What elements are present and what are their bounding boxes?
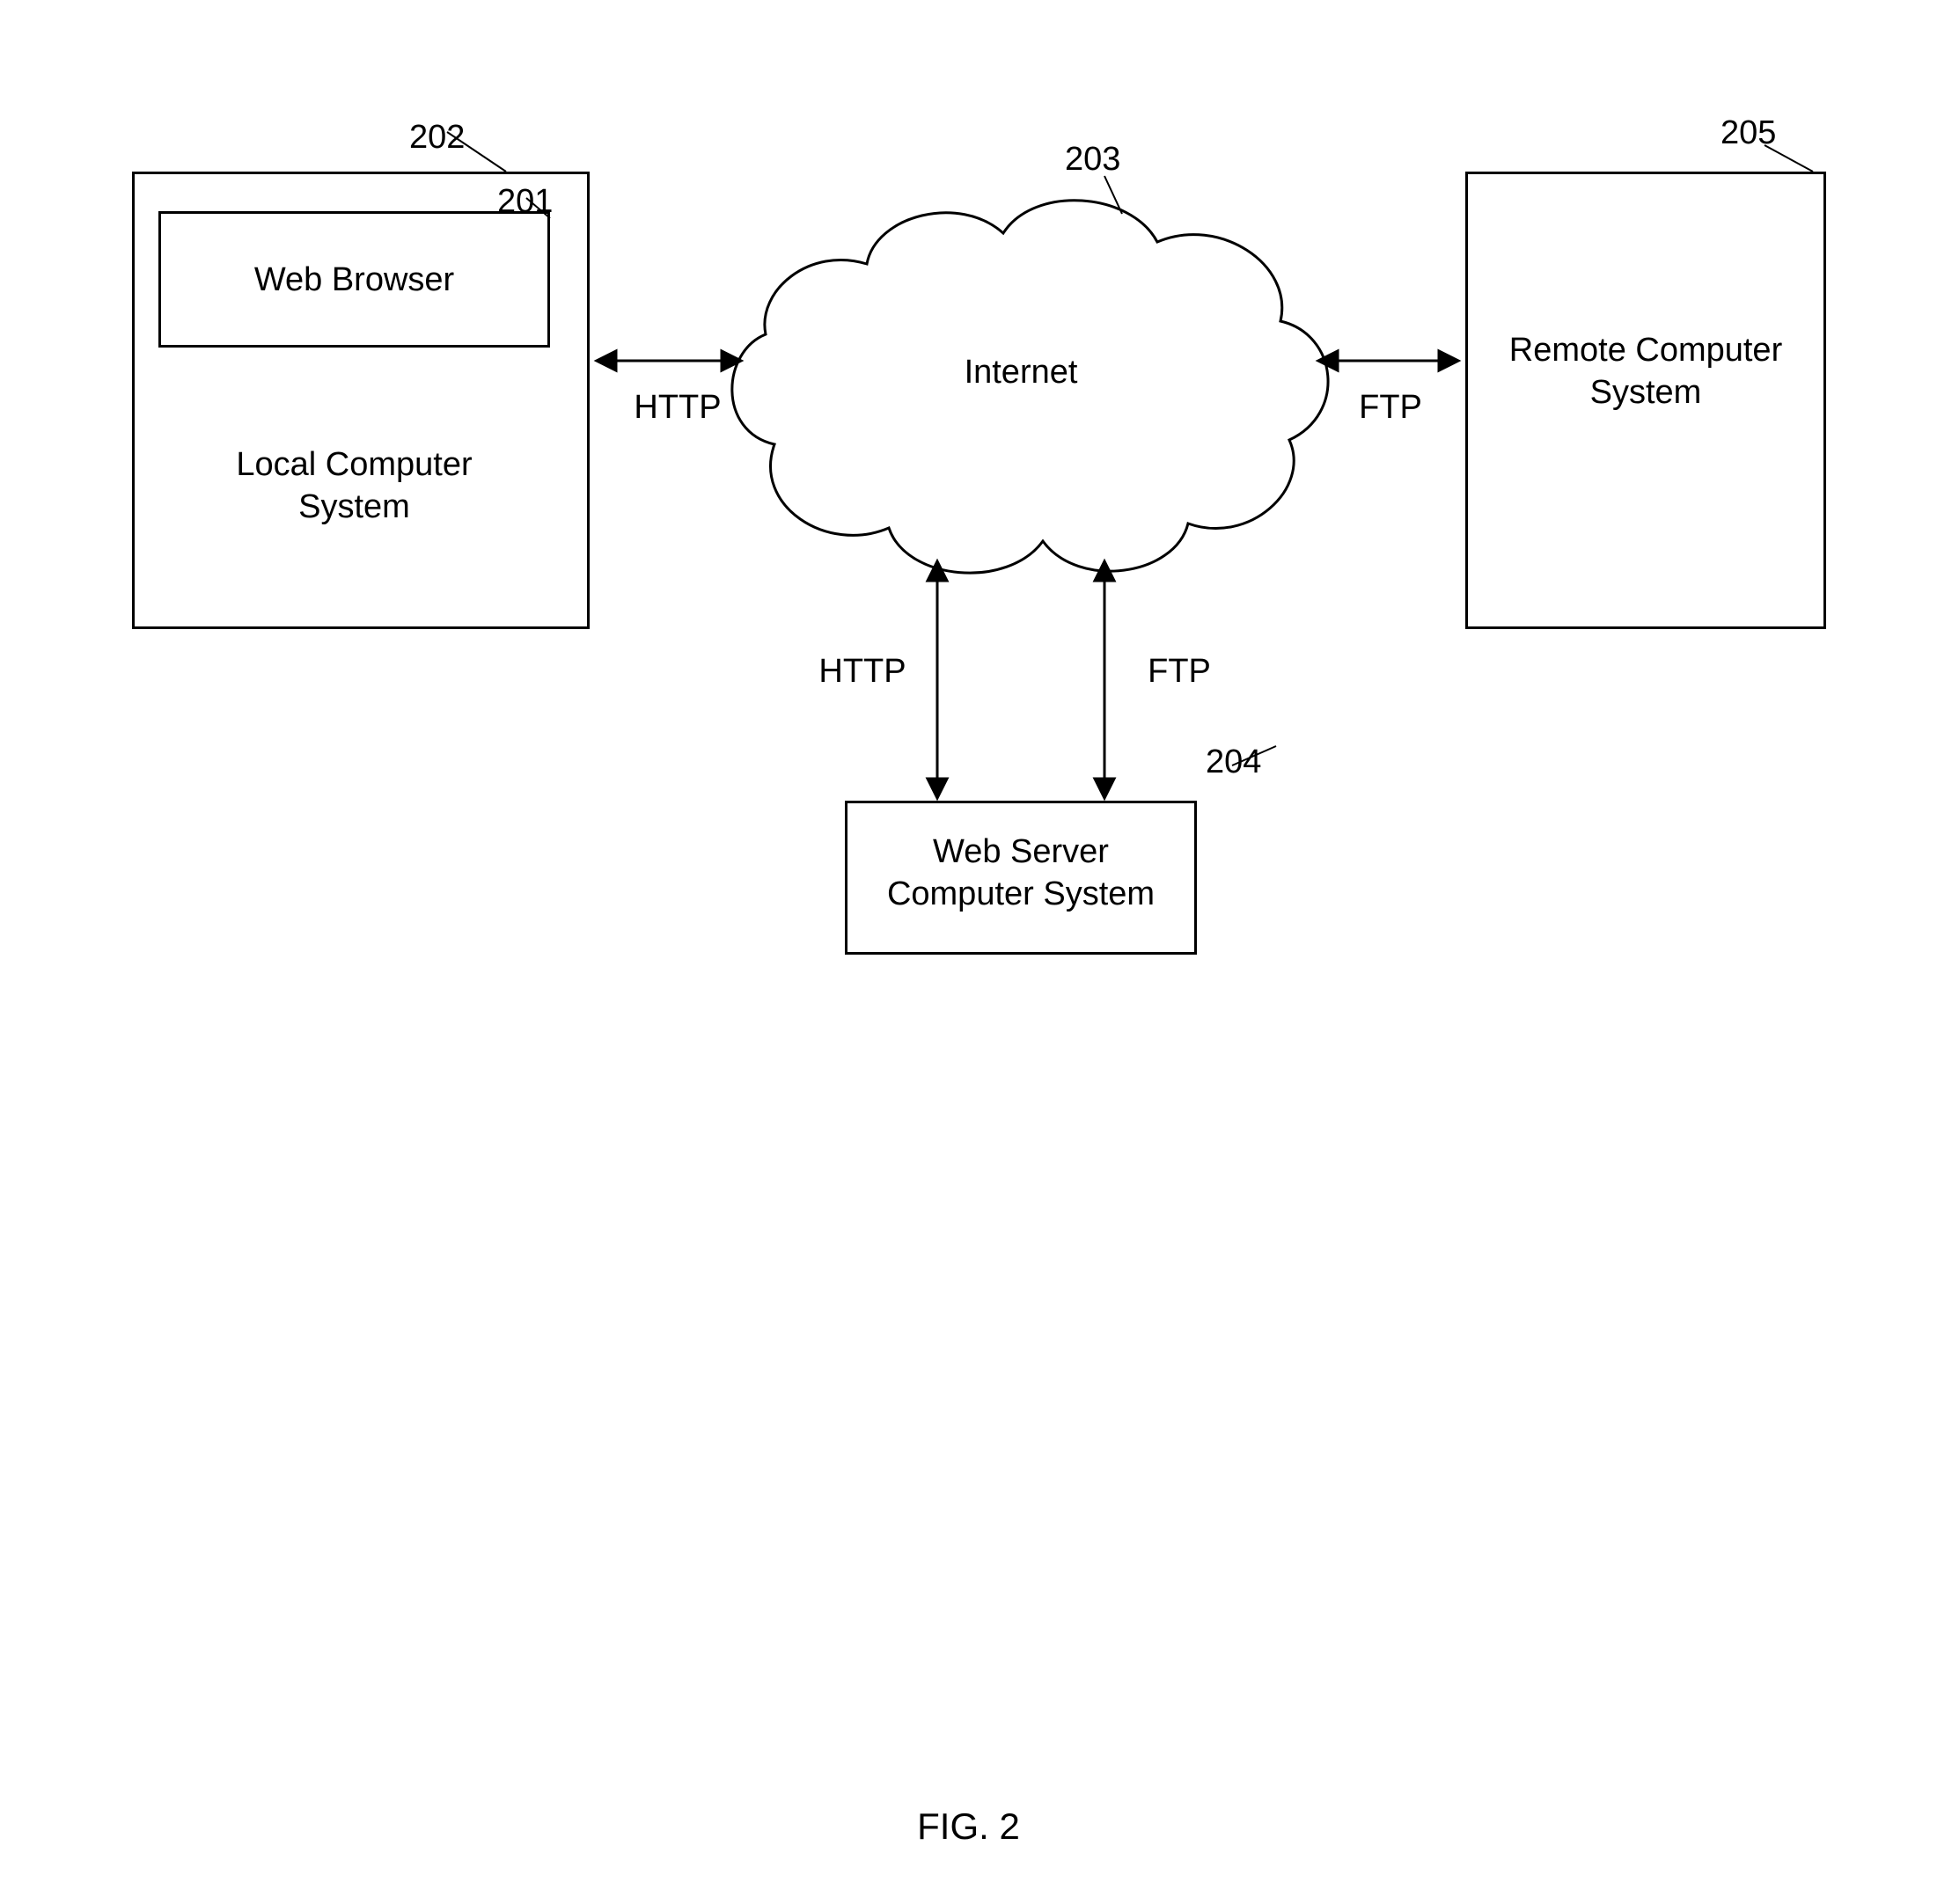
ref-205: 205 bbox=[1721, 114, 1776, 152]
ref-202: 202 bbox=[409, 119, 465, 157]
edge-label-http-local: HTTP bbox=[616, 387, 739, 429]
remote-computer-system-label: Remote Computer System bbox=[1465, 330, 1826, 414]
ref-201: 201 bbox=[497, 183, 553, 221]
ref-203: 203 bbox=[1065, 141, 1120, 179]
edge-label-ftp-server: FTP bbox=[1126, 651, 1232, 693]
edge-label-http-server: HTTP bbox=[801, 651, 924, 693]
internet-label: Internet bbox=[889, 352, 1153, 394]
diagram-canvas: Web Browser Local Computer System 202 20… bbox=[0, 0, 1937, 1904]
local-computer-system-label: Local Computer System bbox=[158, 444, 550, 528]
figure-caption: FIG. 2 bbox=[0, 1804, 1937, 1850]
web-browser-label: Web Browser bbox=[158, 260, 550, 302]
ref-204: 204 bbox=[1206, 743, 1261, 781]
edge-label-ftp-remote: FTP bbox=[1338, 387, 1443, 429]
web-server-label: Web Server Computer System bbox=[845, 831, 1197, 915]
